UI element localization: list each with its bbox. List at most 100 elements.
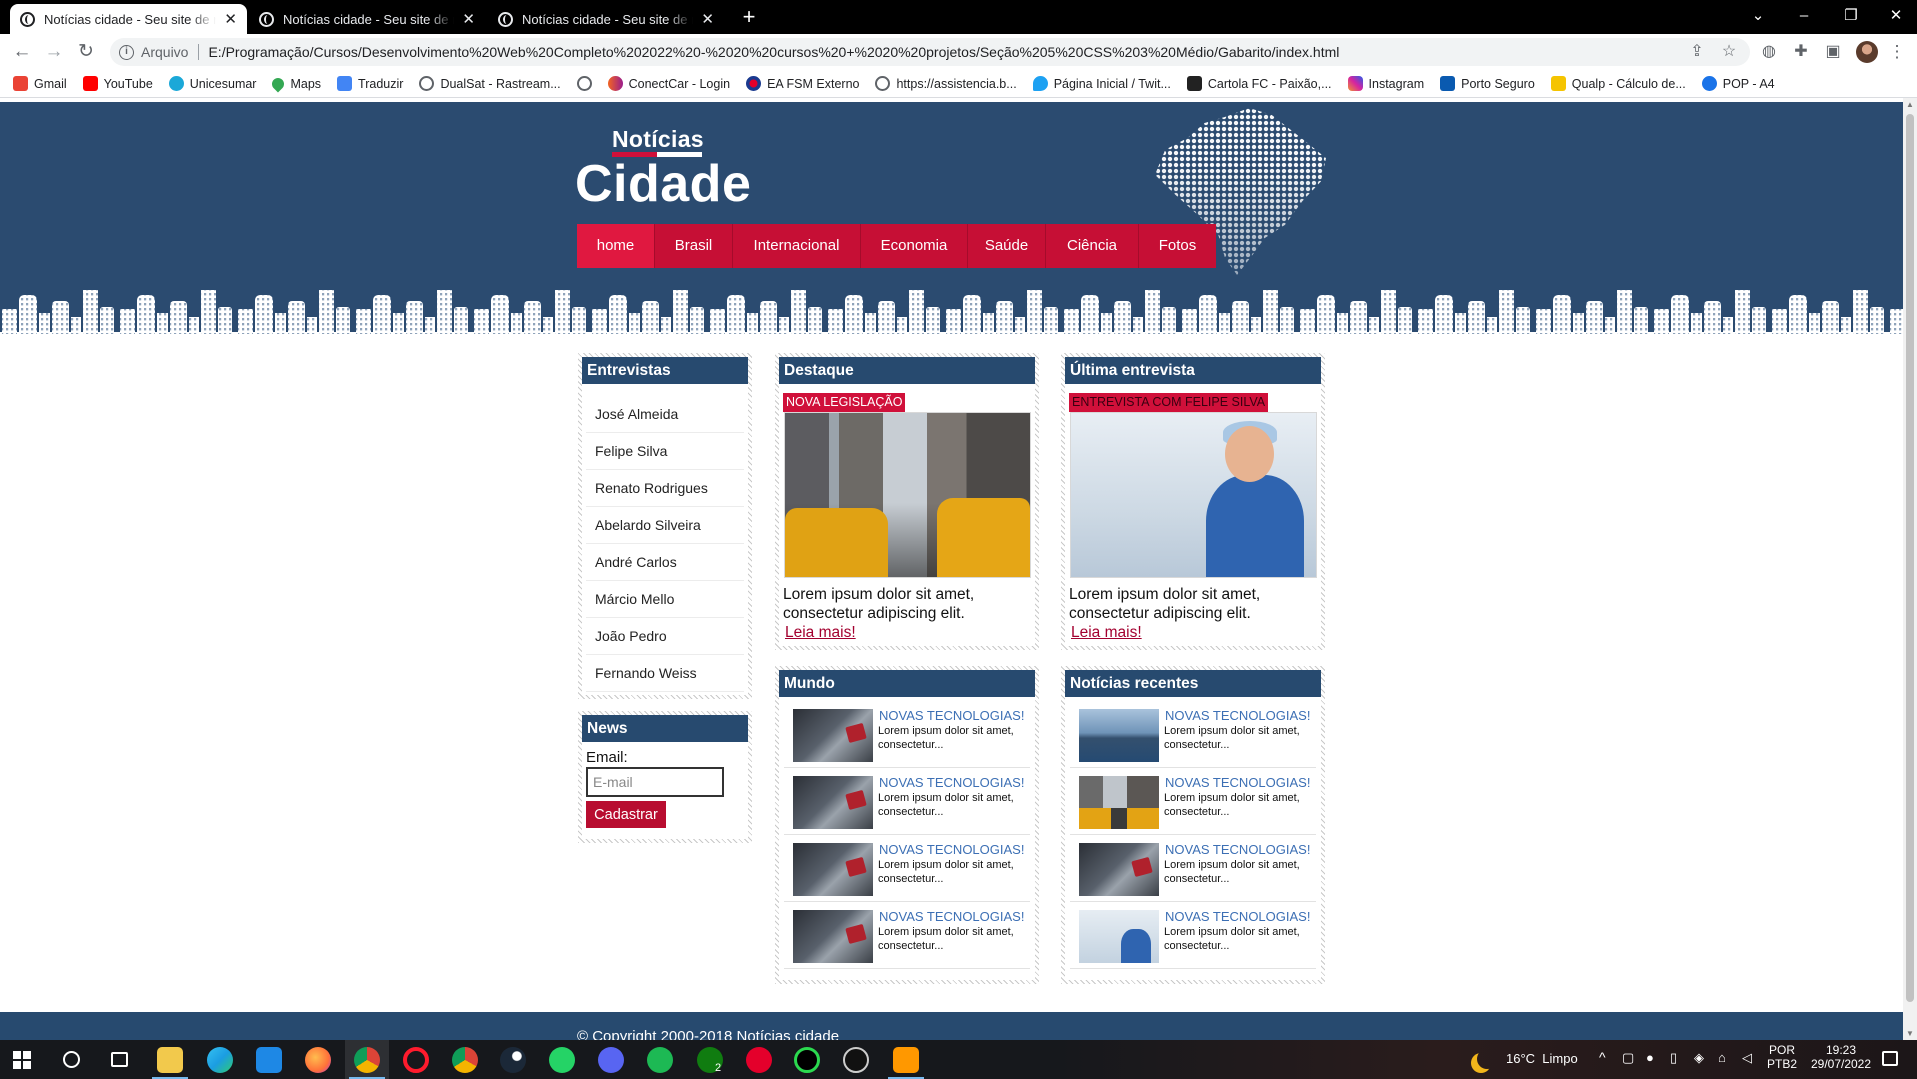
bookmark-dualsat[interactable]: DualSat - Rastream... <box>419 76 561 91</box>
moon-weather-icon[interactable] <box>1477 1049 1497 1069</box>
chrome-profile-icon[interactable] <box>452 1047 478 1073</box>
reload-icon[interactable]: ↻ <box>74 41 98 63</box>
bookmark-qualp[interactable]: Qualp - Cálculo de... <box>1550 76 1686 91</box>
browser-tab[interactable]: Notícias cidade - Seu site de not ✕ <box>488 4 724 34</box>
close-window-icon[interactable]: ✕ <box>1884 6 1908 26</box>
bookmark-cartola[interactable]: Cartola FC - Paixão,... <box>1186 76 1332 91</box>
news-title[interactable]: NOVAS TECNOLOGIAS! <box>879 842 1024 857</box>
read-more-link[interactable]: Leia mais! <box>785 623 856 642</box>
nav-item-home[interactable]: home <box>577 224 655 268</box>
interview-item[interactable]: Renato Rodrigues <box>586 470 744 507</box>
page-scrollbar[interactable]: ▲ ▼ <box>1903 98 1917 1040</box>
news-title[interactable]: NOVAS TECNOLOGIAS! <box>1165 909 1310 924</box>
interview-item[interactable]: Abelardo Silveira <box>586 507 744 544</box>
security-icon[interactable]: ◈ <box>1694 1050 1704 1066</box>
news-thumbnail[interactable] <box>1079 910 1159 963</box>
interview-item[interactable]: Fernando Weiss <box>586 655 744 692</box>
discord-icon[interactable] <box>598 1047 624 1073</box>
nav-item-saude[interactable]: Saúde <box>968 224 1046 268</box>
bookmark-porto-seguro[interactable]: Porto Seguro <box>1440 76 1535 91</box>
scroll-up-icon[interactable]: ▲ <box>1903 100 1917 109</box>
side-panel-icon[interactable]: ▣ <box>1821 41 1845 63</box>
news-item[interactable]: NOVAS TECNOLOGIAS! Lorem ipsum dolor sit… <box>784 701 1030 768</box>
close-tab-icon[interactable]: ✕ <box>701 12 714 27</box>
news-thumbnail[interactable] <box>793 709 873 762</box>
firefox-icon[interactable] <box>305 1047 331 1073</box>
browser-tab-active[interactable]: Notícias cidade - Seu site de not ✕ <box>10 4 247 34</box>
opera-icon[interactable] <box>403 1047 429 1073</box>
news-item[interactable]: NOVAS TECNOLOGIAS! Lorem ipsum dolor sit… <box>1070 701 1316 768</box>
interview-item[interactable]: João Pedro <box>586 618 744 655</box>
edge-icon[interactable] <box>207 1047 233 1073</box>
weather-text[interactable]: 16°C Limpo <box>1506 1051 1578 1066</box>
extensions-puzzle-icon[interactable]: ✚ <box>1789 41 1813 63</box>
menu-kebab-icon[interactable]: ⋮ <box>1885 41 1909 63</box>
subscribe-button[interactable]: Cadastrar <box>586 801 666 828</box>
featured-image[interactable] <box>784 412 1031 578</box>
news-thumbnail[interactable] <box>793 843 873 896</box>
news-title[interactable]: NOVAS TECNOLOGIAS! <box>1165 708 1310 723</box>
bookmark-traduzir[interactable]: Traduzir <box>337 76 403 91</box>
tab-search-icon[interactable]: ⌄ <box>1746 6 1770 26</box>
nav-item-economia[interactable]: Economia <box>861 224 968 268</box>
bookmark-globe[interactable] <box>576 76 592 91</box>
news-item[interactable]: NOVAS TECNOLOGIAS! Lorem ipsum dolor sit… <box>784 768 1030 835</box>
spotify-icon[interactable] <box>647 1047 673 1073</box>
input-language[interactable]: POR PTB2 <box>1767 1043 1797 1071</box>
bookmark-youtube[interactable]: YouTube <box>82 76 153 91</box>
clock[interactable]: 19:23 29/07/2022 <box>1806 1043 1876 1071</box>
show-hidden-icons-icon[interactable]: ^ <box>1599 1049 1606 1065</box>
news-title[interactable]: NOVAS TECNOLOGIAS! <box>1165 775 1310 790</box>
bookmark-star-icon[interactable]: ☆ <box>1718 42 1740 62</box>
profile-avatar[interactable] <box>1856 41 1878 63</box>
news-title[interactable]: NOVAS TECNOLOGIAS! <box>879 775 1024 790</box>
scroll-down-icon[interactable]: ▼ <box>1903 1029 1917 1038</box>
news-title[interactable]: NOVAS TECNOLOGIAS! <box>1165 842 1310 857</box>
url-text[interactable]: E:/Programação/Cursos/Desenvolvimento%20… <box>208 44 1339 60</box>
bookmark-gmail[interactable]: Gmail <box>13 76 67 91</box>
restore-icon[interactable]: ❐ <box>1839 6 1863 26</box>
nav-item-ciencia[interactable]: Ciência <box>1046 224 1139 268</box>
task-view-icon[interactable] <box>111 1052 128 1067</box>
news-thumbnail[interactable] <box>1079 709 1159 762</box>
scroll-thumb[interactable] <box>1906 114 1914 1002</box>
bookmark-conectcar[interactable]: ConectCar - Login <box>607 76 730 91</box>
notification-center-icon[interactable] <box>1882 1051 1898 1066</box>
battery-icon[interactable]: ▯ <box>1670 1050 1677 1066</box>
news-item[interactable]: NOVAS TECNOLOGIAS! Lorem ipsum dolor sit… <box>1070 835 1316 902</box>
share-icon[interactable]: ⇪ <box>1686 42 1708 62</box>
search-icon[interactable] <box>63 1051 80 1068</box>
back-icon[interactable]: ← <box>10 41 34 63</box>
extension-globe-icon[interactable]: ◍ <box>1757 41 1781 63</box>
file-explorer-icon[interactable] <box>157 1047 183 1073</box>
news-thumbnail[interactable] <box>1079 843 1159 896</box>
interview-image[interactable] <box>1070 412 1317 578</box>
ea-app-icon[interactable] <box>746 1047 772 1073</box>
bookmark-ea-fsm[interactable]: EA FSM Externo <box>746 76 859 91</box>
microphone-icon[interactable]: ● <box>1646 1050 1654 1065</box>
bookmark-twitter[interactable]: Página Inicial / Twit... <box>1032 76 1171 91</box>
news-thumbnail[interactable] <box>793 776 873 829</box>
news-thumbnail[interactable] <box>793 910 873 963</box>
bookmark-maps[interactable]: Maps <box>269 75 321 92</box>
minimize-icon[interactable]: – <box>1792 6 1816 26</box>
dark-app-icon[interactable] <box>843 1047 869 1073</box>
nav-item-internacional[interactable]: Internacional <box>733 224 861 268</box>
news-item[interactable]: NOVAS TECNOLOGIAS! Lorem ipsum dolor sit… <box>784 835 1030 902</box>
interview-item[interactable]: Felipe Silva <box>586 433 744 470</box>
interview-item[interactable]: André Carlos <box>586 544 744 581</box>
whatsapp-icon[interactable] <box>549 1047 575 1073</box>
browser-tab[interactable]: Notícias cidade - Seu site de not ✕ <box>249 4 485 34</box>
address-bar[interactable]: i Arquivo E:/Programação/Cursos/Desenvol… <box>110 38 1750 66</box>
bookmark-pop-a4[interactable]: POP - A4 <box>1701 76 1775 91</box>
news-item[interactable]: NOVAS TECNOLOGIAS! Lorem ipsum dolor sit… <box>1070 902 1316 969</box>
volume-icon[interactable]: ◁ <box>1742 1050 1752 1066</box>
new-tab-button[interactable]: + <box>737 4 761 30</box>
tray-app-icon[interactable]: ▢ <box>1622 1050 1634 1066</box>
news-title[interactable]: NOVAS TECNOLOGIAS! <box>879 909 1024 924</box>
nav-item-brasil[interactable]: Brasil <box>655 224 733 268</box>
read-more-link[interactable]: Leia mais! <box>1071 623 1142 642</box>
news-item[interactable]: NOVAS TECNOLOGIAS! Lorem ipsum dolor sit… <box>784 902 1030 969</box>
bookmark-instagram[interactable]: Instagram <box>1347 76 1424 91</box>
bookmark-unicesumar[interactable]: Unicesumar <box>168 76 256 91</box>
